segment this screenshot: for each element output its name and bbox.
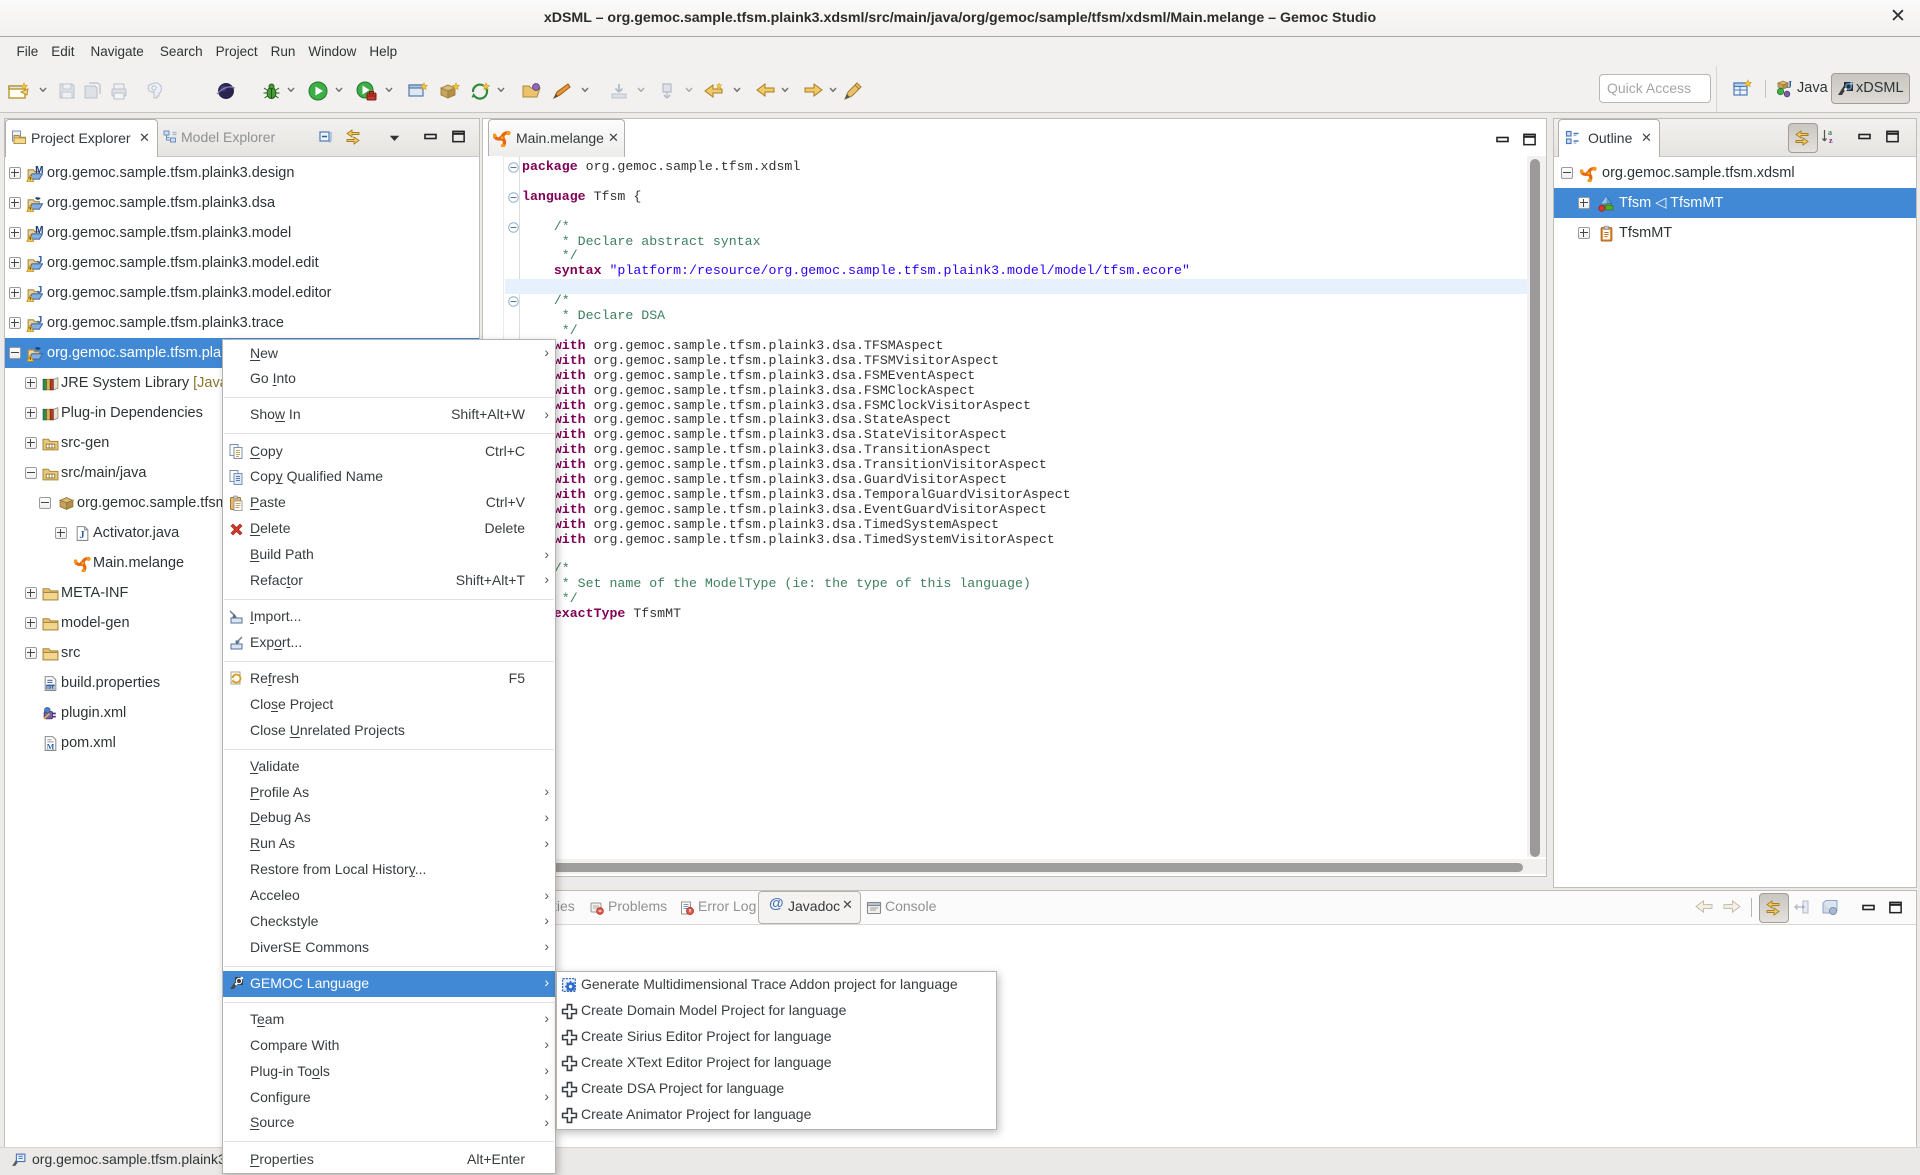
svg-text:J: J xyxy=(1787,80,1792,91)
